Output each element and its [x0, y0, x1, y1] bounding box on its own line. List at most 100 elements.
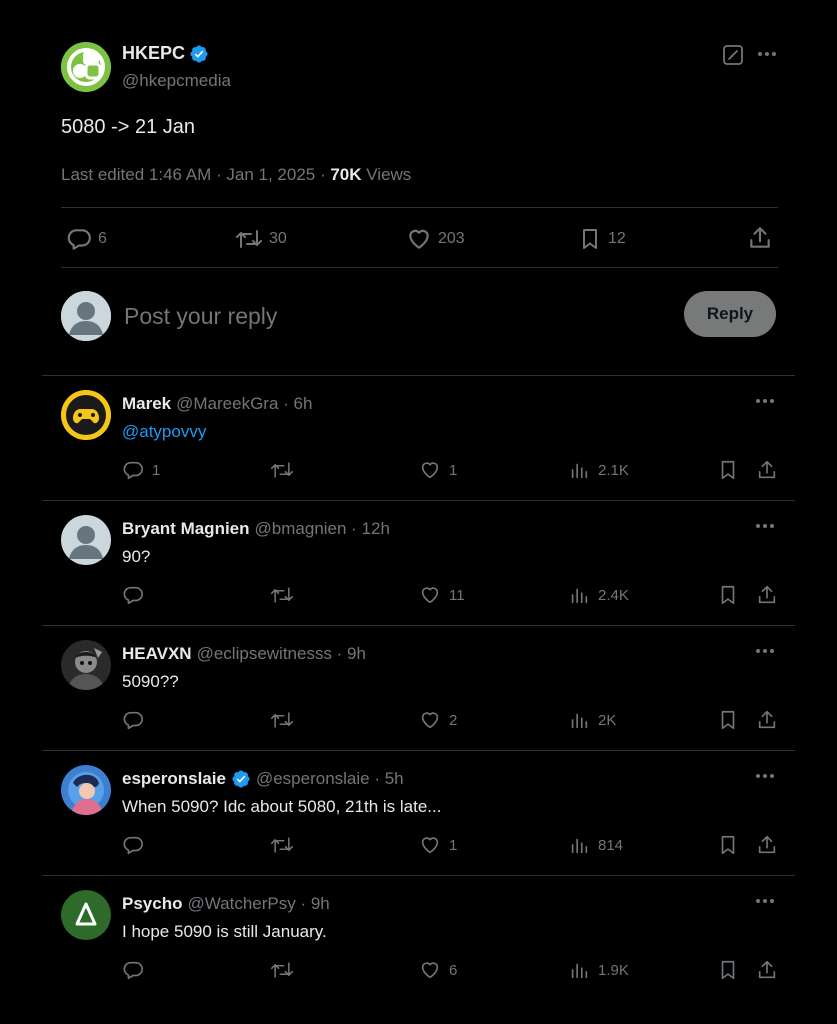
share-icon[interactable] — [756, 584, 778, 606]
reply-header: HEAVXN @eclipsewitnesss · 9h — [122, 644, 366, 664]
author-handle[interactable]: @hkepcmedia — [122, 71, 231, 91]
heart-icon — [421, 587, 439, 604]
views-action-button[interactable]: 2.1K — [568, 459, 629, 481]
reply-text-mention[interactable]: @atypovvy — [122, 422, 206, 442]
bookmark-icon[interactable] — [717, 584, 739, 606]
reply-icon — [123, 961, 143, 980]
heart-icon — [409, 229, 429, 249]
tweet-text: 5080 -> 21 Jan — [61, 116, 195, 138]
bookmark-icon[interactable] — [717, 459, 739, 481]
views-chart-icon — [571, 588, 588, 604]
verified-badge-icon — [231, 769, 251, 789]
reply-icon — [123, 836, 143, 855]
avatar[interactable] — [61, 890, 111, 940]
retweet-icon — [270, 837, 294, 853]
bookmark-icon[interactable] — [717, 834, 739, 856]
reply-author-handle[interactable]: @WatcherPsy · 9h — [187, 894, 329, 914]
reply-input[interactable] — [124, 300, 664, 332]
retweet-action-button[interactable] — [270, 459, 302, 481]
avatar[interactable] — [61, 515, 111, 565]
reply-author-handle[interactable]: @MareekGra · 6h — [176, 394, 312, 414]
reply-item[interactable]: Marek @MareekGra · 6h @atypovvy 1 1 2.1K — [42, 375, 795, 500]
tweet-timestamp[interactable]: Last edited 1:46 AM · Jan 1, 2025 · — [61, 165, 330, 184]
reply-author-name[interactable]: esperonslaie — [122, 769, 226, 789]
divider — [61, 267, 778, 268]
share-icon[interactable] — [747, 225, 773, 251]
views-action-button[interactable]: 2.4K — [568, 584, 629, 606]
heart-icon — [421, 712, 439, 729]
views-action-button[interactable]: 1.9K — [568, 959, 629, 981]
bookmark-action-button[interactable]: 12 — [578, 226, 626, 252]
reply-author-name[interactable]: Psycho — [122, 894, 182, 914]
retweet-icon — [270, 712, 294, 728]
views-count: 2.4K — [598, 586, 629, 604]
reply-icon — [123, 711, 143, 730]
current-user-avatar — [61, 291, 111, 341]
like-action-button[interactable]: 1 — [419, 834, 457, 856]
avatar[interactable] — [61, 640, 111, 690]
reply-author-handle[interactable]: @bmagnien · 12h — [255, 519, 390, 539]
reply-action-button[interactable] — [122, 584, 152, 606]
reply-item[interactable]: esperonslaie @esperonslaie · 5h When 509… — [42, 750, 795, 875]
reply-author-name[interactable]: Bryant Magnien — [122, 519, 250, 539]
author-avatar[interactable] — [61, 42, 111, 92]
reply-item[interactable]: Psycho @WatcherPsy · 9h I hope 5090 is s… — [42, 875, 795, 1000]
retweet-action-button[interactable] — [270, 834, 302, 856]
reply-action-button[interactable] — [122, 709, 152, 731]
bookmark-icon[interactable] — [717, 959, 739, 981]
verified-badge-icon — [189, 44, 209, 64]
more-options-icon[interactable] — [754, 641, 776, 661]
like-action-button[interactable]: 2 — [419, 709, 457, 731]
author-name[interactable]: HKEPC — [122, 43, 185, 64]
like-count: 2 — [449, 711, 458, 729]
like-count: 11 — [449, 586, 465, 604]
like-action-button[interactable]: 1 — [419, 459, 457, 481]
reply-author-name[interactable]: Marek — [122, 394, 171, 414]
views-count: 2K — [598, 711, 617, 729]
share-icon[interactable] — [756, 709, 778, 731]
retweet-icon — [270, 587, 294, 603]
like-action-button[interactable]: 11 — [419, 584, 465, 606]
reply-item[interactable]: Bryant Magnien @bmagnien · 12h 90? 11 2.… — [42, 500, 795, 625]
more-options-icon[interactable] — [756, 44, 778, 64]
avatar[interactable] — [61, 765, 111, 815]
more-options-icon[interactable] — [754, 891, 776, 911]
reply-author-handle[interactable]: @eclipsewitnesss · 9h — [197, 644, 366, 664]
reply-author-handle[interactable]: @esperonslaie · 5h — [256, 769, 404, 789]
bookmark-icon[interactable] — [717, 709, 739, 731]
retweet-action-button[interactable] — [270, 709, 302, 731]
retweet-action-button[interactable] — [270, 584, 302, 606]
like-action-button[interactable]: 6 — [419, 959, 457, 981]
like-action-button[interactable]: 203 — [406, 226, 465, 252]
share-icon[interactable] — [756, 959, 778, 981]
reply-author-name[interactable]: HEAVXN — [122, 644, 192, 664]
retweet-count: 30 — [269, 230, 287, 247]
more-options-icon[interactable] — [754, 391, 776, 411]
bookmark-icon — [583, 229, 597, 249]
share-icon[interactable] — [756, 834, 778, 856]
divider — [61, 207, 778, 208]
reply-item[interactable]: HEAVXN @eclipsewitnesss · 9h 5090?? 2 2K — [42, 625, 795, 750]
views-action-button[interactable]: 814 — [568, 834, 623, 856]
share-icon[interactable] — [756, 459, 778, 481]
grok-icon[interactable] — [722, 44, 744, 66]
avatar[interactable] — [61, 390, 111, 440]
reply-action-button[interactable] — [122, 834, 152, 856]
views-chart-icon — [571, 713, 588, 729]
retweet-icon — [270, 462, 294, 478]
reply-action-button[interactable]: 1 — [122, 459, 160, 481]
more-options-icon[interactable] — [754, 766, 776, 786]
views-action-button[interactable]: 2K — [568, 709, 616, 731]
retweet-action-button[interactable] — [270, 959, 302, 981]
reply-action-button[interactable]: 6 — [66, 226, 107, 252]
reply-button[interactable]: Reply — [684, 291, 776, 337]
like-count: 1 — [449, 836, 458, 854]
views-chart-icon — [571, 838, 588, 854]
views-count: 70K — [330, 165, 362, 184]
reply-icon — [67, 229, 91, 250]
views-chart-icon — [571, 963, 588, 979]
tweet-meta: Last edited 1:46 AM · Jan 1, 2025 · 70K … — [61, 165, 411, 185]
more-options-icon[interactable] — [754, 516, 776, 536]
reply-action-button[interactable] — [122, 959, 152, 981]
retweet-action-button[interactable]: 30 — [235, 226, 287, 252]
